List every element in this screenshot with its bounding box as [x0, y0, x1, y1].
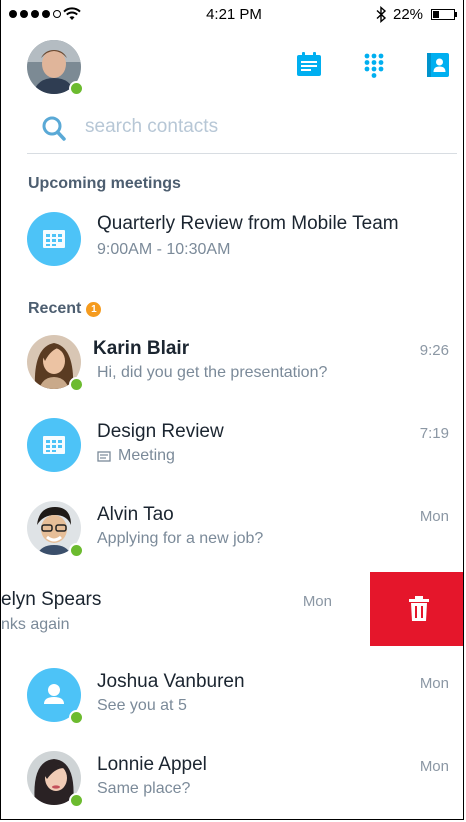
- conversation-row[interactable]: Alvin Tao Applying for a new job? Mon: [1, 491, 463, 569]
- section-recent-label: Recent 1: [28, 300, 102, 318]
- conversation-row[interactable]: Design Review Meeting 7:19: [1, 408, 463, 486]
- calendar-grid-icon: [43, 436, 65, 454]
- conversation-row[interactable]: Joshua Vanburen See you at 5 Mon: [1, 658, 463, 736]
- presence-online-icon: [69, 710, 84, 725]
- status-bar: 4:21 PM 22%: [1, 0, 463, 32]
- dialpad-icon[interactable]: [359, 50, 389, 80]
- message-time: Mon: [419, 508, 449, 525]
- presence-online-icon: [69, 81, 84, 96]
- last-message: See you at 5: [97, 697, 187, 714]
- contacts-icon[interactable]: [422, 50, 452, 80]
- search-bar[interactable]: search contacts: [37, 110, 457, 150]
- search-input[interactable]: search contacts: [85, 116, 218, 138]
- search-icon: [42, 116, 66, 141]
- bluetooth-icon: [376, 6, 387, 23]
- conversation-row[interactable]: Lonnie Appel Same place? Mon: [1, 741, 463, 819]
- message-time: Mon: [419, 675, 449, 692]
- app-frame: 4:21 PM 22% search contacts Upcoming mee…: [0, 0, 464, 820]
- presence-online-icon: [69, 793, 84, 808]
- contact-name: Lonnie Appel: [97, 754, 207, 775]
- contact-name: Alvin Tao: [97, 504, 174, 525]
- battery-percent: 22%: [393, 6, 424, 23]
- conversation-row-swiped[interactable]: elyn Spears nks again Mon: [1, 574, 370, 652]
- unread-badge: 1: [86, 302, 102, 317]
- meeting-time: 9:00AM - 10:30AM: [97, 241, 231, 258]
- last-message: Applying for a new job?: [97, 530, 264, 547]
- divider: [27, 153, 457, 154]
- conversation-row[interactable]: Karin Blair Hi, did you get the presenta…: [1, 325, 463, 403]
- contact-name: Karin Blair: [93, 338, 190, 359]
- section-upcoming-label: Upcoming meetings: [28, 175, 181, 192]
- last-message: nks again: [1, 616, 70, 633]
- trash-icon: [409, 596, 429, 621]
- delete-button[interactable]: [370, 572, 463, 646]
- last-message: Hi, did you get the presentation?: [97, 364, 328, 381]
- presence-online-icon: [69, 377, 84, 392]
- presence-online-icon: [69, 543, 84, 558]
- last-message: Meeting: [118, 447, 175, 464]
- contact-name: elyn Spears: [1, 589, 102, 610]
- meeting-small-icon: [97, 451, 111, 462]
- calendar-icon[interactable]: [294, 50, 324, 80]
- battery-icon: [431, 9, 455, 20]
- meeting-title: Quarterly Review from Mobile Team: [97, 213, 399, 234]
- recent-label: Recent: [28, 300, 82, 317]
- meeting-avatar: [27, 212, 81, 266]
- message-time: Mon: [419, 758, 449, 775]
- message-time: 7:19: [419, 425, 449, 442]
- contact-name: Joshua Vanburen: [97, 671, 245, 692]
- message-time: Mon: [302, 593, 332, 610]
- meeting-row[interactable]: Quarterly Review from Mobile Team 9:00AM…: [1, 200, 463, 278]
- message-time: 9:26: [419, 342, 449, 359]
- last-message: Same place?: [97, 780, 191, 797]
- contact-name: Design Review: [97, 421, 224, 442]
- meeting-avatar: [27, 418, 81, 472]
- calendar-grid-icon: [43, 230, 65, 248]
